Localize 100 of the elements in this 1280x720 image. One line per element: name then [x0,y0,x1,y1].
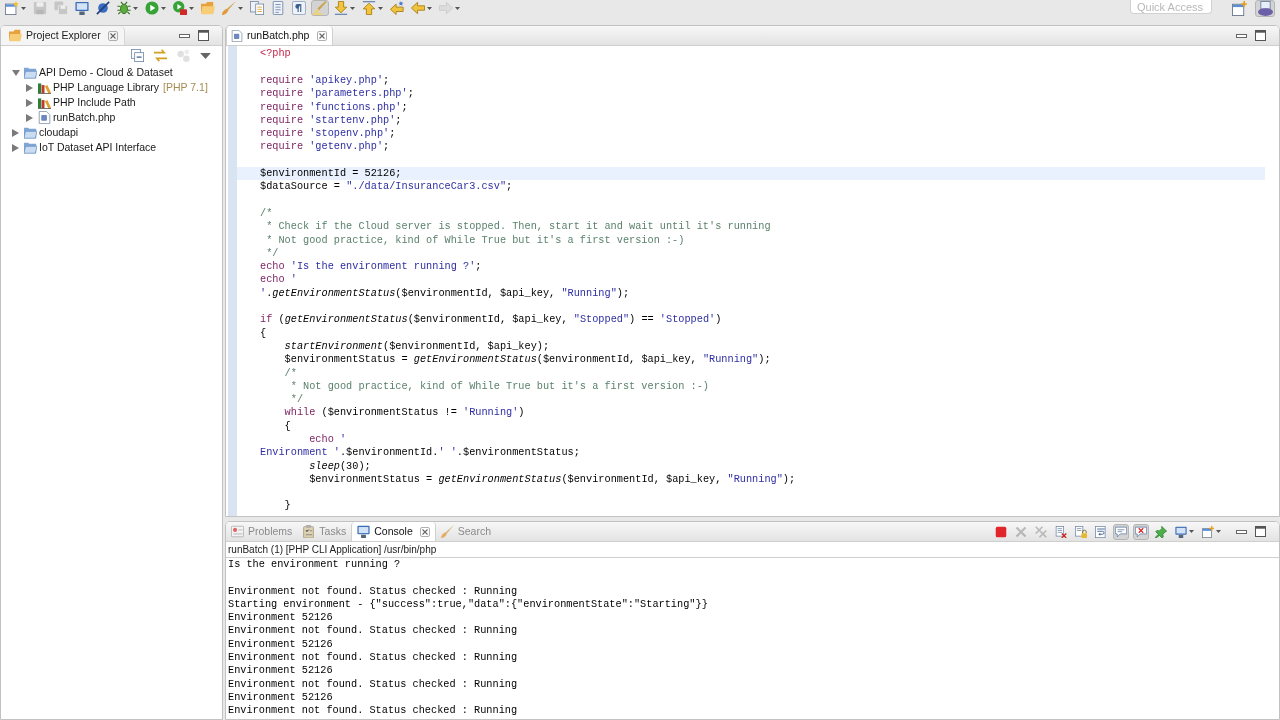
triangle-right-icon[interactable] [12,128,19,137]
code-line: $environmentStatus = getEnvironmentStatus($environmentId, $api_key, "Running"); [283,353,771,367]
code-line: require 'functions.php'; [260,100,408,114]
bug-icon [117,1,131,15]
code-line: { [260,326,267,340]
pin-icon [1155,525,1167,538]
perspective-button[interactable] [1255,0,1275,17]
maximize-icon[interactable] [1255,30,1266,41]
floppies-icon [54,1,68,15]
page-stack-icon [250,1,264,15]
window-plus-icon [1231,1,1247,16]
close-icon[interactable] [107,30,118,41]
triangle-down-icon[interactable] [12,69,20,76]
perspective-icon [1257,1,1273,16]
triangle-right-icon[interactable] [26,83,33,92]
perspective-button[interactable] [1229,0,1249,17]
tree-item[interactable]: PHP Language Library [PHP 7.1] [26,80,210,95]
maximize-icon[interactable] [198,30,209,41]
arrow-up-icon [362,1,376,15]
console-line: Environment 52126 [228,690,333,705]
page-lock-icon [1075,525,1087,538]
window-plus-icon [1202,525,1214,538]
toolbar-button[interactable] [1053,523,1069,540]
code-line: require 'parameters.php'; [260,87,414,101]
monitor-icon [1175,525,1187,538]
minimize-icon[interactable] [1236,33,1247,38]
play-toolbox-icon [173,1,187,15]
caret-icon [427,6,432,10]
toolbar-button[interactable] [73,0,91,16]
toolbar-button[interactable] [3,0,28,16]
books-icon [38,81,51,94]
tree-item[interactable]: runBatch.php [26,110,118,125]
view-tab[interactable]: Console [351,522,436,541]
triangle-down-icon [200,52,211,59]
code-line: echo ' [260,273,297,287]
code-line: * Not good practice, kind of While True but it's a first version :-) [289,379,710,394]
toolbar-button[interactable] [115,0,140,16]
console-line: Environment 52126 [228,611,333,625]
triangle-right-icon[interactable] [26,113,33,122]
minimize-icon[interactable] [179,33,190,38]
close-icon[interactable] [419,526,430,537]
console-line: Environment not found. Status checked : Running [228,651,518,665]
play-icon [145,1,159,15]
project-folder-icon [24,141,37,154]
toolbar-button[interactable] [290,0,308,16]
code-line: /* [283,366,297,380]
cross-icon [1015,525,1027,538]
dots-icon [177,49,190,62]
code-line: /* [260,206,273,221]
floppy-icon [33,1,47,15]
tree-item[interactable]: IoT Dataset API Interface [12,140,159,155]
toolbar-button[interactable] [1133,523,1149,540]
books-icon [38,96,51,109]
toolbar-button[interactable] [94,0,112,16]
code-line: require 'getenv.php'; [260,140,390,154]
caret-icon [161,6,166,10]
tree-item[interactable]: PHP Include Path [26,95,138,110]
view-tab[interactable]: Project Explorer [1,26,125,45]
close-icon[interactable] [317,30,328,41]
code-line: if (getEnvironmentStatus($environmentId, $api_key, "Stopped") == 'Stopped') [260,313,722,327]
code-line: * Check if the Cloud server is stopped. Then, start it and wait until it's running [265,220,771,234]
tree-item[interactable]: cloudapi [12,125,81,140]
code-line: { [283,419,291,433]
speech-bubble-cross-icon [1135,525,1147,538]
triangle-right-icon[interactable] [12,143,19,152]
code-line: sleep(30); [308,459,371,473]
code-line: '.getEnvironmentStatus($environmentId, $api_key, "Running"); [260,286,630,301]
project-folder-icon [24,66,37,79]
maximize-icon[interactable] [1255,526,1266,537]
arrow-left-star-icon [390,1,404,15]
caret-icon [350,6,355,10]
toolbar-button[interactable] [171,0,196,16]
clipboard-icon [302,525,316,538]
code-line: require 'startenv.php'; [260,113,402,128]
project-folder-icon [24,126,37,139]
caret-icon [189,6,194,10]
editor-tab[interactable]: runBatch.php [226,26,334,45]
quick-access-field[interactable]: Quick Access [1130,0,1212,14]
tree-item[interactable]: API Demo - Cloud & Dataset [12,65,175,80]
monitor-icon [357,525,371,538]
code-line: require 'stopenv.php'; [260,127,396,141]
page-icon [271,1,285,15]
minimize-icon[interactable] [1236,529,1247,534]
code-line: * Not good practice, kind of While True but it's a first version :-) [265,233,685,247]
version-label: [PHP 7.1] [163,81,208,94]
triangle-right-icon[interactable] [26,98,33,107]
code-line: startEnvironment($environmentId, $api_key); [283,339,550,354]
page-lines-icon [1095,525,1107,538]
console-line: Environment not found. Status checked : Running [228,677,518,691]
console-line: Environment 52126 [228,637,333,652]
arrow-left-icon [411,1,425,15]
console-line: Starting environment - {"success":true,"data":{"environmentState":"Starting"}} [228,597,708,612]
code-line: */ [289,393,304,407]
code-line: Environment '.$environmentId.' '.$environmentStatus; [260,446,580,460]
caret-icon [133,6,138,10]
file-icon [231,29,243,42]
stop-icon [995,525,1007,538]
console-line: Environment not found. Status checked : Running [228,624,518,638]
folder-icon [9,29,22,42]
new-window-icon [5,1,19,15]
